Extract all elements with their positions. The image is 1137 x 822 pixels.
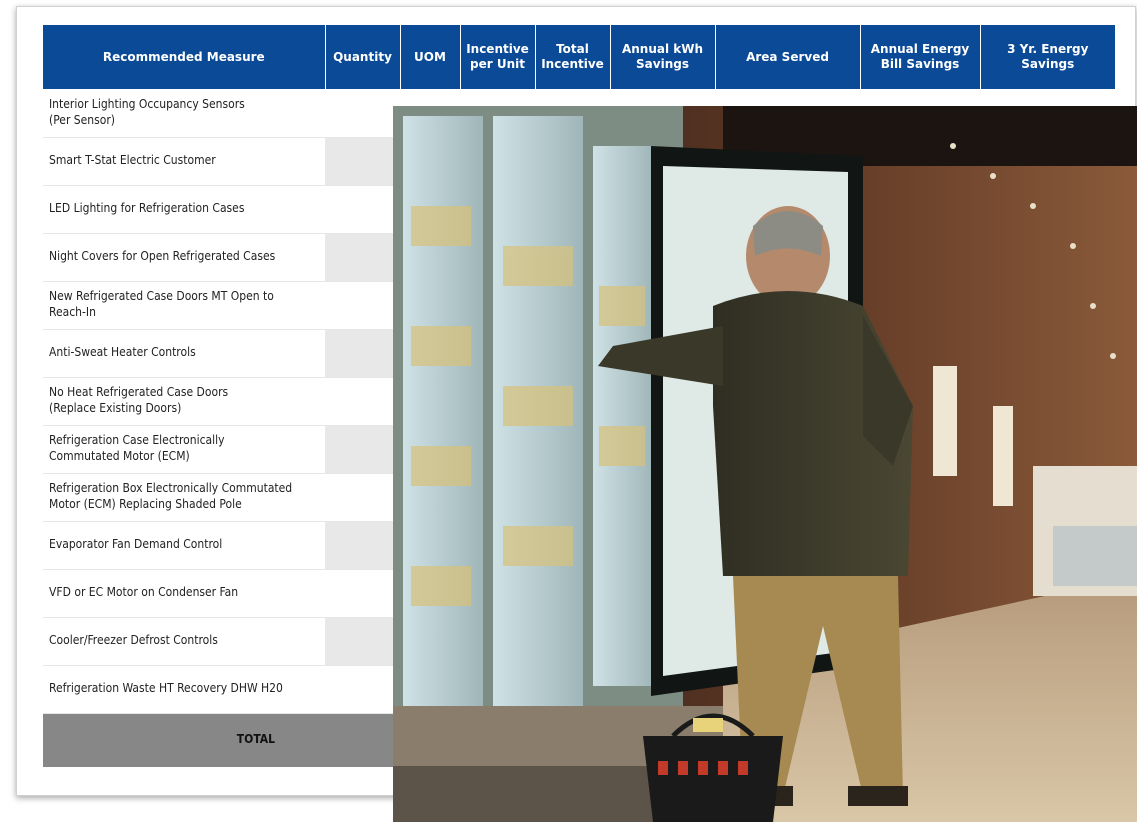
measure-name: LED Lighting for Refrigeration Cases <box>43 185 325 234</box>
measure-name: Evaporator Fan Demand Control <box>43 521 325 570</box>
measure-name: Refrigeration Box Electronically Commuta… <box>43 473 325 522</box>
header-total-incentive: Total Incentive <box>535 25 611 89</box>
header-recommended-measure: Recommended Measure <box>43 25 326 89</box>
measure-name: New Refrigerated Case Doors MT Open to R… <box>43 281 325 330</box>
measure-name: Interior Lighting Occupancy Sensors (Per… <box>43 89 325 138</box>
quantity-cell <box>325 329 400 378</box>
header-incentive-per-unit: Incentive per Unit <box>460 25 536 89</box>
header-annual-energy-bill-savings: Annual Energy Bill Savings <box>860 25 981 89</box>
quantity-cell <box>325 617 400 666</box>
quantity-cell <box>325 473 400 522</box>
quantity-cell <box>325 185 400 234</box>
measure-name: Night Covers for Open Refrigerated Cases <box>43 233 325 282</box>
measure-name: Refrigeration Waste HT Recovery DHW H20 <box>43 665 325 714</box>
measure-name: VFD or EC Motor on Condenser Fan <box>43 569 325 618</box>
quantity-cell <box>325 233 400 282</box>
photo-illustration <box>393 106 1137 822</box>
supermarket-freezer-photo <box>393 106 1137 822</box>
quantity-cell <box>325 137 400 186</box>
header-row: Recommended Measure Quantity UOM Incenti… <box>43 25 1115 89</box>
quantity-cell <box>325 569 400 618</box>
measure-name: Anti-Sweat Heater Controls <box>43 329 325 378</box>
measure-name: Smart T-Stat Electric Customer <box>43 137 325 186</box>
header-3yr-energy-savings: 3 Yr. Energy Savings <box>980 25 1115 89</box>
header-uom: UOM <box>400 25 461 89</box>
quantity-cell <box>325 377 400 426</box>
quantity-cell <box>325 425 400 474</box>
quantity-cell <box>325 521 400 570</box>
header-annual-kwh-savings: Annual kWh Savings <box>610 25 716 89</box>
measure-name: Cooler/Freezer Defrost Controls <box>43 617 325 666</box>
measure-name: No Heat Refrigerated Case Doors (Replace… <box>43 377 325 426</box>
measure-name: Refrigeration Case Electronically Commut… <box>43 425 325 474</box>
quantity-cell <box>325 89 400 138</box>
header-area-served: Area Served <box>715 25 861 89</box>
quantity-cell <box>325 665 400 714</box>
quantity-cell <box>325 281 400 330</box>
header-quantity: Quantity <box>325 25 401 89</box>
